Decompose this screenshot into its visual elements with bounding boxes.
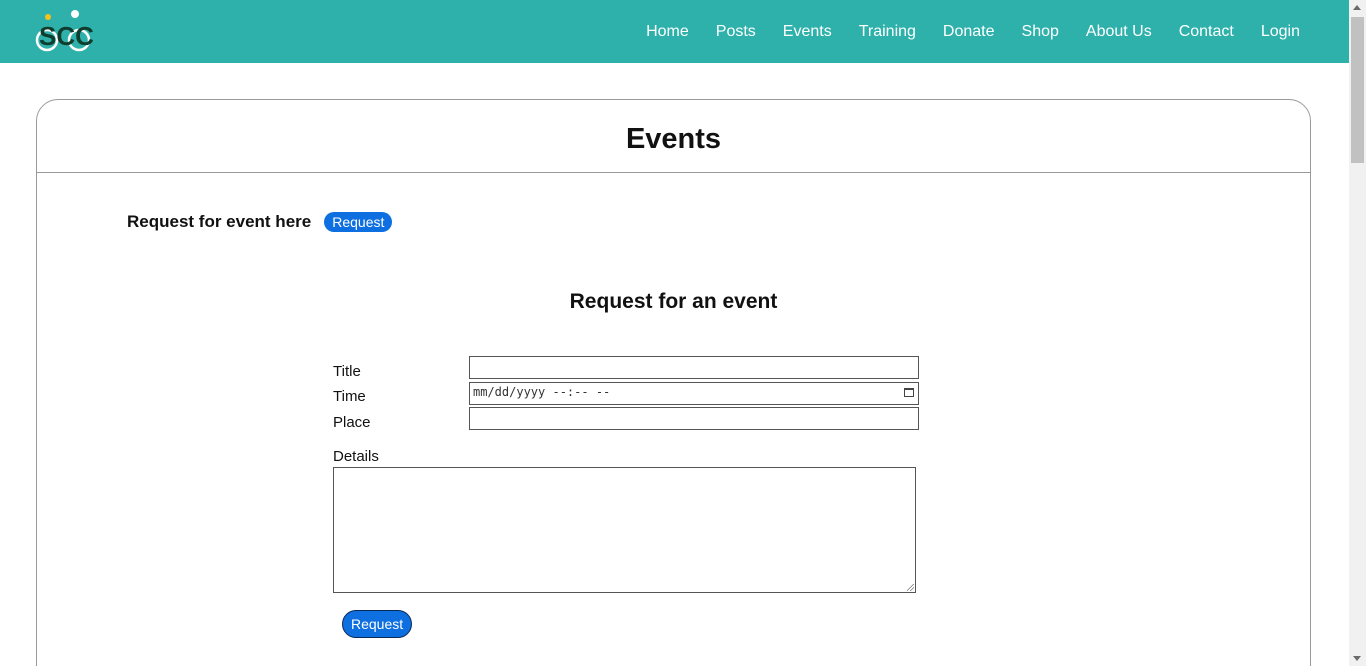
calendar-icon[interactable] <box>904 388 914 397</box>
navbar: SCC Home Posts Events Training Donate Sh… <box>0 0 1349 63</box>
request-toggle-button[interactable]: Request <box>324 212 393 232</box>
nav-shop[interactable]: Shop <box>1022 23 1059 41</box>
time-input[interactable]: mm/dd/yyyy --:-- -- <box>469 382 919 405</box>
nav-training[interactable]: Training <box>859 23 916 41</box>
nav-links: Home Posts Events Training Donate Shop A… <box>619 0 1300 63</box>
place-input[interactable] <box>469 407 919 430</box>
card-header: Events <box>37 100 1310 173</box>
nav-contact[interactable]: Contact <box>1179 23 1234 41</box>
submit-request-button[interactable]: Request <box>342 610 413 638</box>
nav-about-us[interactable]: About Us <box>1086 23 1152 41</box>
place-label: Place <box>333 414 371 431</box>
request-row: Request for event here Request <box>127 212 393 232</box>
resize-grip-icon[interactable] <box>907 584 914 591</box>
events-card: Events Request for event here Request Re… <box>36 99 1311 666</box>
scroll-down-icon[interactable] <box>1353 656 1361 661</box>
title-label: Title <box>333 363 361 380</box>
page-title: Events <box>625 122 722 155</box>
vertical-scrollbar[interactable] <box>1349 0 1366 666</box>
scc-logo[interactable]: SCC <box>35 8 94 56</box>
scroll-up-icon[interactable] <box>1353 5 1361 10</box>
page: SCC Home Posts Events Training Donate Sh… <box>0 0 1366 666</box>
nav-donate[interactable]: Donate <box>943 23 995 41</box>
nav-login[interactable]: Login <box>1261 23 1300 41</box>
title-input[interactable] <box>469 356 919 379</box>
time-placeholder: mm/dd/yyyy --:-- -- <box>473 385 611 399</box>
nav-posts[interactable]: Posts <box>716 23 756 41</box>
svg-text:SCC: SCC <box>39 21 93 51</box>
scroll-thumb[interactable] <box>1351 17 1364 163</box>
request-prompt: Request for event here <box>127 212 312 231</box>
details-textarea[interactable] <box>333 467 916 593</box>
details-label: Details <box>333 448 379 465</box>
form-title: Request for an event <box>569 290 778 313</box>
nav-events[interactable]: Events <box>783 23 832 41</box>
nav-home[interactable]: Home <box>646 23 689 41</box>
time-label: Time <box>333 388 366 405</box>
